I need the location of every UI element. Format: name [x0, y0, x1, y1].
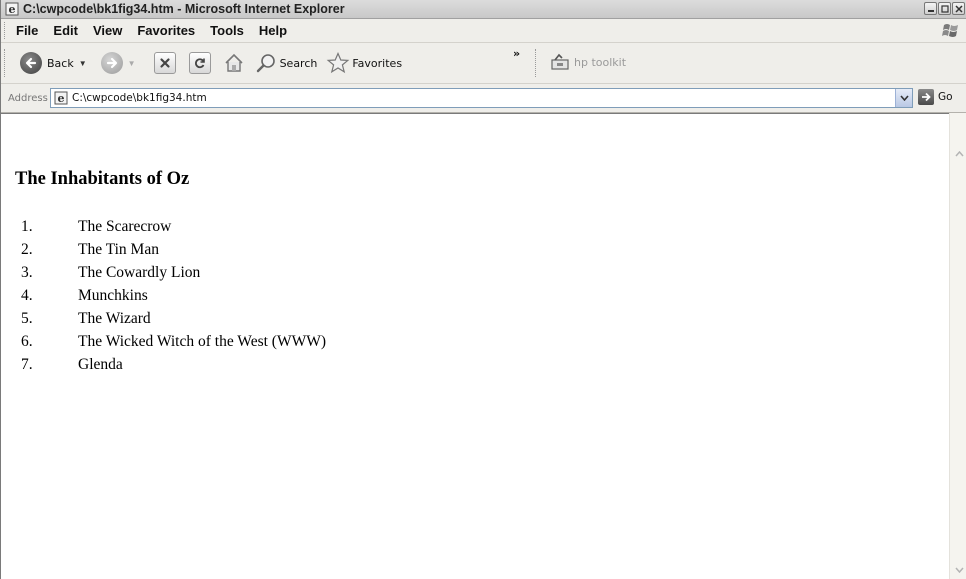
- window-controls: [924, 2, 965, 15]
- minimize-button[interactable]: [924, 2, 937, 15]
- list-item-number: 3.: [21, 264, 33, 281]
- page-heading: The Inhabitants of Oz: [15, 169, 190, 189]
- menu-view[interactable]: View: [93, 23, 122, 38]
- chevron-down-icon: [954, 567, 964, 573]
- ie-page-icon: e: [5, 2, 19, 16]
- back-button[interactable]: Back ▼: [20, 52, 87, 74]
- list-item-text: The Cowardly Lion: [78, 264, 201, 281]
- list-item-text: The Wizard: [78, 310, 151, 327]
- stop-button[interactable]: [153, 52, 176, 74]
- minimize-icon: [927, 9, 934, 12]
- address-dropdown-button[interactable]: [895, 89, 912, 107]
- refresh-icon: [188, 52, 211, 74]
- stop-icon: [153, 52, 176, 74]
- magnifier-icon: [255, 52, 277, 74]
- hp-toolkit-label: hp toolkit: [574, 55, 627, 69]
- scroll-up-button[interactable]: [951, 147, 966, 161]
- refresh-button[interactable]: [188, 52, 211, 74]
- list-item-number: 7.: [21, 356, 33, 373]
- go-button[interactable]: Go: [918, 89, 953, 105]
- vertical-scrollbar[interactable]: [949, 113, 966, 579]
- hp-toolkit-button[interactable]: hp toolkit: [550, 53, 626, 71]
- list-item-number: 6.: [21, 333, 33, 350]
- list-item-text: The Scarecrow: [78, 218, 172, 235]
- toolbar-separator: [535, 49, 537, 77]
- browser-window: e C:\cwpcode\bk1fig34.htm - Microsoft In…: [0, 0, 966, 579]
- favorites-button[interactable]: Favorites: [326, 52, 402, 74]
- favorites-label: Favorites: [352, 56, 403, 70]
- go-label: Go: [938, 91, 953, 103]
- close-icon: [954, 4, 963, 13]
- list-item-text: Munchkins: [78, 287, 148, 304]
- standard-toolbar: Back ▼ ▼ Search Favorites » hp toolkit: [1, 43, 966, 84]
- list-item-text: The Wicked Witch of the West (WWW): [78, 333, 326, 350]
- close-button[interactable]: [952, 2, 965, 15]
- address-label: Address: [8, 92, 48, 104]
- toolbar-overflow-button[interactable]: »: [513, 47, 520, 60]
- menu-edit[interactable]: Edit: [53, 23, 78, 38]
- search-label: Search: [279, 56, 318, 70]
- list-item-text: The Tin Man: [78, 241, 159, 258]
- forward-button[interactable]: ▼: [100, 52, 136, 74]
- scroll-down-button[interactable]: [951, 563, 966, 577]
- go-arrow-icon: [918, 89, 934, 105]
- address-input[interactable]: e C:\cwpcode\bk1fig34.htm: [50, 88, 913, 108]
- menu-bar: File Edit View Favorites Tools Help: [1, 19, 966, 43]
- back-arrow-icon: [20, 52, 42, 74]
- window-title: C:\cwpcode\bk1fig34.htm - Microsoft Inte…: [23, 2, 345, 16]
- svg-text:e: e: [58, 92, 65, 105]
- list-item-number: 5.: [21, 310, 33, 327]
- toolbar-grip[interactable]: [4, 49, 8, 77]
- back-dropdown-icon[interactable]: ▼: [79, 59, 87, 68]
- page-content: The Inhabitants of Oz 1. The Scarecrow 2.…: [1, 113, 949, 579]
- star-icon: [326, 52, 350, 74]
- list-item-number: 2.: [21, 241, 33, 258]
- ie-page-icon: e: [54, 91, 68, 105]
- address-value: C:\cwpcode\bk1fig34.htm: [72, 92, 207, 104]
- hp-toolkit-icon: [550, 53, 570, 71]
- maximize-button[interactable]: [938, 2, 951, 15]
- maximize-icon: [940, 4, 949, 13]
- list-item-number: 1.: [21, 218, 33, 235]
- search-button[interactable]: Search: [255, 52, 318, 74]
- menu-favorites[interactable]: Favorites: [137, 23, 195, 38]
- menu-grip[interactable]: [4, 22, 8, 39]
- home-button[interactable]: [223, 52, 245, 74]
- svg-text:e: e: [9, 3, 16, 16]
- chevron-up-icon: [954, 151, 964, 157]
- forward-arrow-icon: [100, 52, 123, 74]
- address-bar: Address e C:\cwpcode\bk1fig34.htm Go: [1, 84, 966, 113]
- list-item-number: 4.: [21, 287, 33, 304]
- windows-logo-icon: [939, 20, 963, 40]
- chevron-down-icon: [899, 95, 909, 101]
- menu-tools[interactable]: Tools: [210, 23, 244, 38]
- menu-help[interactable]: Help: [259, 23, 287, 38]
- forward-dropdown-icon[interactable]: ▼: [128, 59, 136, 68]
- menu-file[interactable]: File: [16, 23, 38, 38]
- list-item-text: Glenda: [78, 356, 123, 373]
- back-label: Back: [47, 56, 74, 70]
- title-bar[interactable]: e C:\cwpcode\bk1fig34.htm - Microsoft In…: [1, 0, 966, 19]
- home-icon: [223, 52, 245, 74]
